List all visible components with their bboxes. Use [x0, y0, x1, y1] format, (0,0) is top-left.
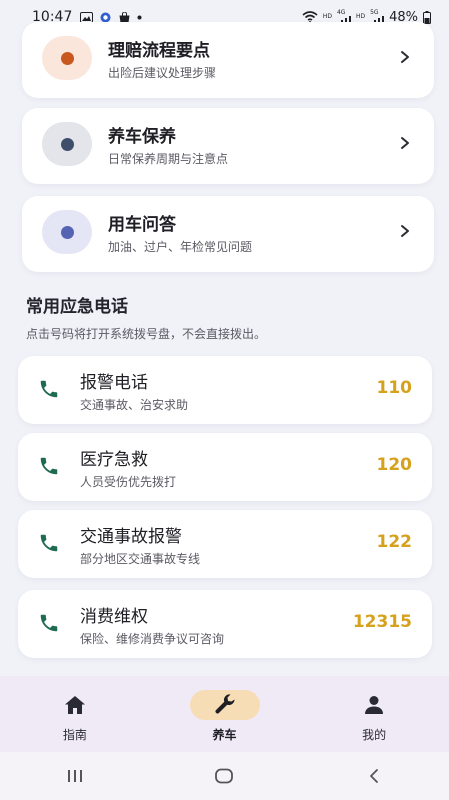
home-icon	[64, 696, 85, 714]
dot-icon	[60, 225, 74, 239]
phone-number[interactable]: 12315	[353, 612, 412, 632]
section-hint: 点击号码将打开系统拨号盘，不会直接拨出。	[26, 327, 267, 341]
recent-apps-icon[interactable]	[65, 768, 85, 784]
phone-number[interactable]: 122	[377, 532, 413, 552]
guide-icon-badge	[42, 210, 92, 254]
phone-title: 医疗急救	[80, 450, 148, 470]
system-navigation-bar	[0, 752, 449, 800]
nav-item-profile[interactable]: 我的	[299, 676, 449, 752]
nav-pill	[339, 690, 409, 720]
phone-subtitle: 人员受伤优先拨打	[80, 475, 177, 489]
guide-icon-badge	[42, 122, 92, 166]
phone-icon	[40, 534, 58, 552]
phone-card-traffic[interactable]: 交通事故报警 部分地区交通事故专线 122	[18, 510, 432, 578]
nav-item-car-care[interactable]: 养车	[150, 676, 300, 752]
chevron-right-icon	[401, 137, 409, 149]
network-label: HD	[355, 13, 366, 20]
phone-card-ambulance[interactable]: 医疗急救 人员受伤优先拨打 120	[18, 433, 432, 501]
phone-card-police[interactable]: 报警电话 交通事故、治安求助 110	[18, 356, 432, 424]
guide-icon-badge	[42, 36, 92, 80]
chevron-right-icon	[401, 225, 409, 237]
guide-subtitle: 日常保养周期与注意点	[108, 152, 229, 166]
guide-card-faq[interactable]: 用车问答 加油、过户、年检常见问题	[22, 196, 434, 272]
guide-title: 用车问答	[108, 215, 176, 235]
battery-icon	[423, 10, 431, 24]
guide-card-claims[interactable]: 理赔流程要点 出险后建议处理步骤	[22, 22, 434, 98]
phone-card-consumer[interactable]: 消费维权 保险、维修消费争议可咨询 12315	[18, 590, 432, 658]
more-notifications-dot-icon	[137, 15, 142, 19]
image-icon	[80, 11, 94, 23]
phone-subtitle: 保险、维修消费争议可咨询	[80, 632, 225, 646]
bottom-navigation: 指南 养车 我的	[0, 676, 449, 752]
wrench-icon	[214, 694, 234, 714]
person-icon	[365, 696, 384, 714]
home-button-icon[interactable]	[214, 768, 234, 784]
phone-subtitle: 交通事故、治安求助	[80, 398, 189, 412]
dot-icon	[60, 51, 74, 65]
phone-number[interactable]: 120	[377, 455, 413, 475]
guide-title: 理赔流程要点	[108, 41, 210, 61]
phone-icon	[40, 614, 58, 632]
guide-title: 养车保养	[108, 127, 176, 147]
network-label: HD	[322, 13, 332, 20]
phone-title: 交通事故报警	[80, 527, 182, 547]
app-notification-icon	[100, 12, 111, 22]
back-icon[interactable]	[364, 768, 384, 784]
phone-number[interactable]: 110	[377, 378, 413, 398]
nav-item-guide[interactable]: 指南	[0, 676, 150, 752]
guide-card-maintenance[interactable]: 养车保养 日常保养周期与注意点	[22, 108, 434, 184]
phone-subtitle: 部分地区交通事故专线	[80, 552, 201, 566]
section-title: 常用应急电话	[26, 297, 128, 317]
shopping-bag-icon	[119, 11, 130, 22]
guide-subtitle: 出险后建议处理步骤	[108, 66, 217, 80]
nav-label: 我的	[362, 728, 387, 742]
guide-subtitle: 加油、过户、年检常见问题	[108, 240, 253, 254]
chevron-right-icon	[401, 51, 409, 63]
notification-icons	[80, 11, 142, 23]
phone-icon	[40, 457, 58, 475]
nav-label: 养车	[212, 728, 237, 742]
nav-pill-active	[189, 690, 260, 720]
dot-icon	[60, 137, 74, 151]
nav-pill	[40, 690, 110, 720]
phone-title: 报警电话	[80, 373, 148, 393]
phone-icon	[40, 380, 58, 398]
phone-title: 消费维权	[80, 607, 148, 627]
nav-label: 指南	[62, 728, 87, 742]
